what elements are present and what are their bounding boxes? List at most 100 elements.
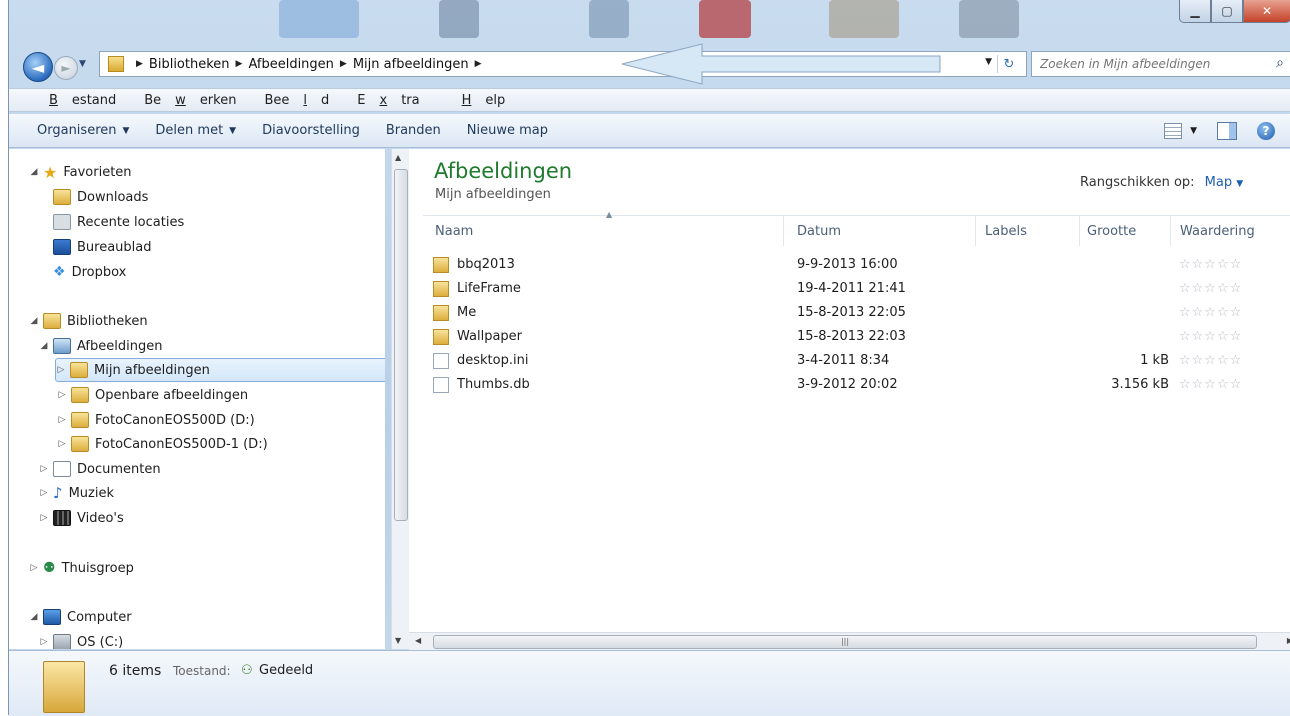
file-row[interactable]: Me 15-8-2013 22:05 ☆☆☆☆☆ [431, 301, 1281, 325]
tree-label: Mijn afbeeldingen [94, 362, 210, 378]
breadcrumb-item[interactable]: Bibliotheken [149, 57, 230, 72]
menu-bestand[interactable]: Bestand [35, 93, 130, 108]
burn-button[interactable]: Branden [386, 123, 441, 138]
tree-label: Documenten [77, 461, 161, 477]
column-name[interactable]: Naam [435, 224, 473, 239]
menu-help[interactable]: Help [448, 93, 520, 108]
tree-label: Muziek [68, 485, 114, 501]
expanded-icon[interactable]: ◢ [29, 316, 39, 326]
navigation-scrollbar[interactable]: ▲ ▼ [391, 149, 409, 649]
slideshow-button[interactable]: Diavoorstelling [262, 123, 360, 138]
content-horizontal-scrollbar[interactable]: ◀ ||| ▶ [409, 632, 1290, 651]
rating-stars[interactable]: ☆☆☆☆☆ [1179, 305, 1242, 320]
tree-item-homegroup[interactable]: ▷ ⚉ Thuisgroep [29, 557, 134, 579]
rating-stars[interactable]: ☆☆☆☆☆ [1179, 329, 1242, 344]
scroll-up-icon[interactable]: ▲ [395, 153, 401, 162]
tree-item-computer[interactable]: ◢ Computer [29, 606, 132, 628]
expanded-icon[interactable]: ◢ [29, 167, 39, 177]
recent-pages-dropdown[interactable]: ▼ [79, 59, 86, 69]
change-view-button[interactable]: ▼ [1164, 123, 1197, 139]
tree-item-pictures[interactable]: ◢ Afbeeldingen [39, 335, 162, 357]
collapsed-icon[interactable]: ▷ [39, 464, 49, 474]
rating-stars[interactable]: ☆☆☆☆☆ [1179, 257, 1242, 272]
folder-icon [433, 329, 449, 345]
chevron-right-icon[interactable]: ▶ [475, 59, 482, 69]
column-divider[interactable] [1170, 216, 1171, 246]
scrollbar-thumb[interactable] [394, 169, 408, 521]
chevron-right-icon[interactable]: ▶ [236, 59, 243, 69]
scroll-down-icon[interactable]: ▼ [395, 636, 401, 645]
breadcrumb-item[interactable]: Afbeeldingen [248, 57, 333, 72]
forward-button[interactable]: ► [54, 56, 78, 80]
tree-item-canon2[interactable]: ▷ FotoCanonEOS500D-1 (D:) [57, 433, 268, 455]
search-input[interactable] [1038, 56, 1262, 72]
tree-item-libraries[interactable]: ◢ Bibliotheken [29, 310, 148, 332]
burn-label: Branden [385, 123, 441, 138]
column-size[interactable]: Grootte [1087, 224, 1136, 239]
tree-item-desktop[interactable]: Bureaublad [53, 236, 152, 258]
column-divider[interactable] [783, 216, 784, 246]
tree-item-canon1[interactable]: ▷ FotoCanonEOS500D (D:) [57, 409, 255, 431]
tree-label: Downloads [77, 189, 149, 205]
tree-item-os-drive[interactable]: ▷ OS (C:) [39, 631, 123, 649]
column-divider[interactable] [975, 216, 976, 246]
share-button[interactable]: Delen met ▼ [155, 123, 236, 138]
file-row[interactable]: LifeFrame 19-4-2011 21:41 ☆☆☆☆☆ [431, 277, 1281, 301]
column-date[interactable]: Datum [797, 224, 841, 239]
file-row[interactable]: Thumbs.db 3-9-2012 20:02 3.156 kB ☆☆☆☆☆ [431, 373, 1281, 397]
collapsed-icon[interactable]: ▷ [39, 513, 49, 523]
tree-item-dropbox[interactable]: ❖ Dropbox [53, 261, 126, 283]
close-button[interactable]: ✕ [1243, 0, 1290, 23]
arrange-dropdown[interactable]: Map ▼ [1205, 175, 1244, 190]
collapsed-icon[interactable]: ▷ [29, 563, 39, 573]
tree-item-videos[interactable]: ▷ Video's [39, 507, 124, 529]
collapsed-icon[interactable]: ▷ [57, 439, 67, 449]
scrollbar-thumb[interactable]: ||| [433, 635, 1257, 649]
column-rating[interactable]: Waardering [1180, 224, 1255, 239]
file-row[interactable]: bbq2013 9-9-2013 16:00 ☆☆☆☆☆ [431, 253, 1281, 277]
preview-pane-icon[interactable] [1217, 122, 1237, 140]
tree-item-public-pictures[interactable]: ▷ Openbare afbeeldingen [57, 384, 248, 406]
menu-bewerken[interactable]: Be w erken [144, 93, 250, 108]
collapsed-icon[interactable]: ▷ [39, 488, 49, 498]
chevron-right-icon[interactable]: ▶ [340, 59, 347, 69]
view-details-icon [1164, 123, 1183, 139]
chevron-right-icon[interactable]: ▶ [136, 59, 143, 69]
tree-item-my-pictures[interactable]: ▷ Mijn afbeeldingen [55, 358, 385, 382]
search-icon[interactable]: ⌕ [1276, 55, 1284, 71]
chevron-down-icon: ▼ [229, 125, 237, 136]
help-icon[interactable]: ? [1257, 122, 1275, 140]
rating-stars[interactable]: ☆☆☆☆☆ [1179, 281, 1242, 296]
tree-item-recent[interactable]: Recente locaties [53, 211, 184, 233]
menu-beeld[interactable]: Bee l d [264, 93, 343, 108]
organize-button[interactable]: Organiseren ▼ [37, 123, 129, 138]
refresh-icon[interactable]: ↻ [997, 55, 1020, 73]
tree-item-documents[interactable]: ▷ Documenten [39, 458, 161, 480]
address-bar[interactable]: ▶ Bibliotheken ▶ Afbeeldingen ▶ Mijn afb… [99, 43, 1027, 85]
back-button[interactable]: ◄ [23, 52, 53, 82]
tree-item-music[interactable]: ▷ ♪ Muziek [39, 482, 114, 504]
address-dropdown-icon[interactable]: ▼ [985, 57, 992, 67]
collapsed-icon[interactable]: ▷ [39, 637, 49, 647]
tree-item-favorites[interactable]: ◢ ★ Favorieten [29, 161, 132, 183]
column-labels[interactable]: Labels [985, 224, 1027, 239]
minimize-button[interactable]: ▁ [1179, 0, 1211, 23]
menu-extra[interactable]: Ex tra [357, 93, 433, 108]
rating-stars[interactable]: ☆☆☆☆☆ [1179, 353, 1242, 368]
collapsed-icon[interactable]: ▷ [57, 390, 67, 400]
file-row[interactable]: Wallpaper 15-8-2013 22:03 ☆☆☆☆☆ [431, 325, 1281, 349]
collapsed-icon[interactable]: ▷ [56, 365, 66, 375]
collapsed-icon[interactable]: ▷ [57, 415, 67, 425]
new-folder-button[interactable]: Nieuwe map [467, 123, 548, 138]
rating-stars[interactable]: ☆☆☆☆☆ [1179, 377, 1242, 392]
navigation-pane: ◢ ★ Favorieten Downloads Recente locaties … [9, 149, 385, 649]
scroll-left-icon[interactable]: ◀ [415, 636, 421, 645]
expanded-icon[interactable]: ◢ [39, 341, 49, 351]
column-divider[interactable] [1079, 216, 1080, 246]
expanded-icon[interactable]: ◢ [29, 612, 39, 622]
tree-item-downloads[interactable]: Downloads [53, 186, 148, 208]
search-box[interactable]: ⌕ [1031, 51, 1290, 77]
breadcrumb-item[interactable]: Mijn afbeeldingen [353, 57, 469, 72]
file-row[interactable]: desktop.ini 3-4-2011 8:34 1 kB ☆☆☆☆☆ [431, 349, 1281, 373]
maximize-button[interactable]: ▢ [1211, 0, 1243, 23]
